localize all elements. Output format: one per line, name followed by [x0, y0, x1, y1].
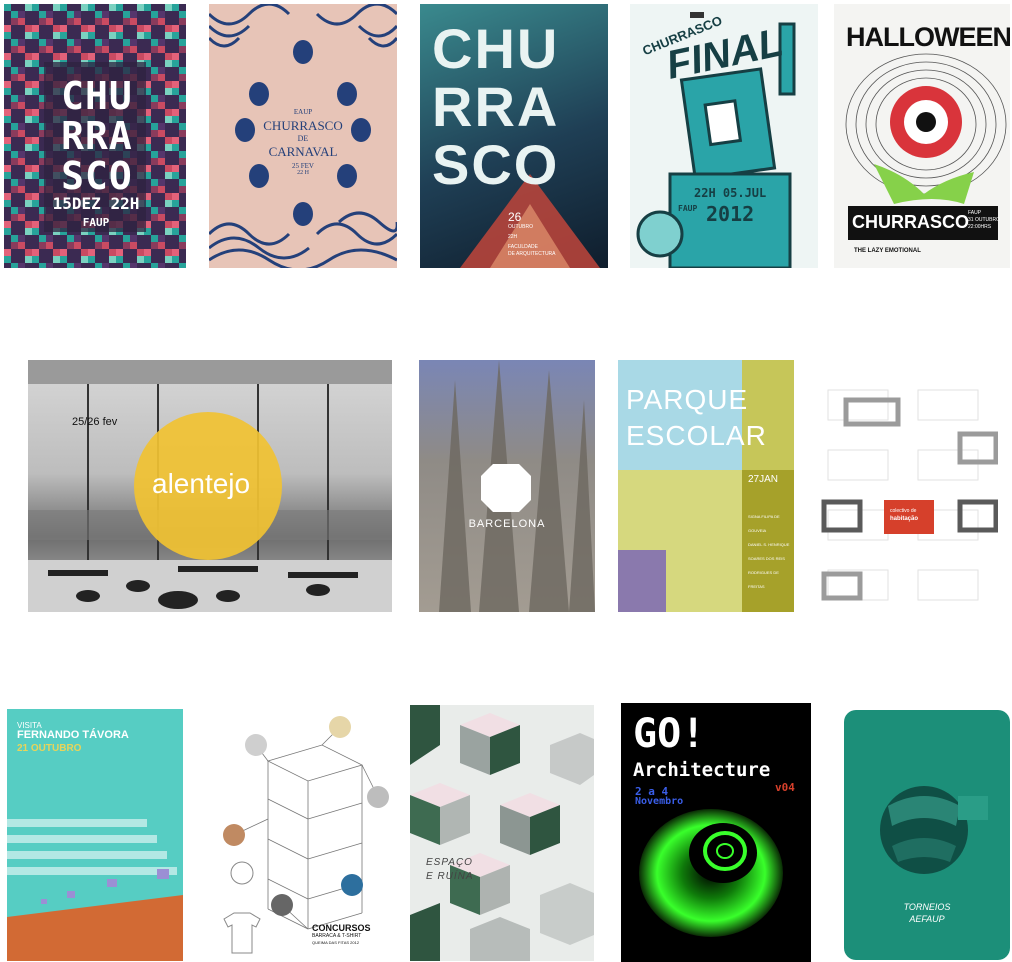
cathedral-photo [439, 360, 595, 612]
poster-venue: FAUP [678, 204, 698, 213]
poster-churrasco-typographic[interactable]: CHU RRA SCO 26 OUTUBRO 22H FACULDADE DE … [420, 4, 608, 268]
poster-churrasco-final[interactable]: CHURRASCO FINAL 22H 05.JUL 2012 FAUP [630, 4, 818, 268]
poster-barcelona[interactable]: BARCELONA [419, 360, 595, 612]
poster-caption-2: DE ARQUITECTURA [508, 251, 556, 257]
poster-word: alentejo [152, 468, 251, 499]
poster-label-1: colectivo de [890, 508, 917, 514]
poster-caption-1: FACULDADE [508, 244, 539, 250]
poster-day: 26 [508, 210, 522, 224]
poster-halloween[interactable]: HALLOWEEN CHURRASCO FAUP 31 OUTUBRO 22:0… [834, 4, 1010, 268]
poster-fernando-tavora[interactable]: VISITA FERNANDO TÁVORA 21 OUTUBRO [7, 709, 183, 961]
poster-churrasco-carnaval[interactable]: EAUP CHURRASCO DE CARNAVAL 25 FEV 22 H [209, 4, 397, 268]
poster-title-line-1: CHU [61, 74, 133, 118]
poster-title-line-1: CHURRASCO [263, 118, 343, 133]
names-list-item: SIGNA FILIPA DE GOUVEIA [748, 514, 780, 533]
poster-concursos[interactable]: CONCURSOS BARRACA & T-SHIRT QUEIMA DAS F… [212, 709, 394, 961]
poster-edition: v04 [775, 781, 795, 794]
poster-date: 25 FEV [292, 162, 314, 170]
poster-city: BARCELONA [468, 518, 546, 530]
poster-title-line-1: CHU [432, 17, 560, 80]
poster-title-line-1: ESPAÇO [426, 857, 473, 868]
names-list-item: DANIEL S. HENRIQUE [748, 542, 790, 547]
poster-info-3: 22:00HRS [968, 224, 992, 230]
poster-title-1: GO! [633, 711, 706, 757]
poster-date: 15DEZ 22H [52, 194, 140, 213]
names-list-item: SOARES DOS REIS [748, 556, 785, 561]
poster-title-2: Architecture [633, 759, 771, 781]
poster-espaco-e-ruina[interactable]: ESPAÇO E RUÍNA [410, 705, 594, 961]
poster-title-line-2: RRA [61, 114, 133, 158]
poster-top-text: EAUP [293, 108, 313, 116]
poster-parque-escolar[interactable]: PARQUE ESCOLAR 27JAN SIGNA FILIPA DE GOU… [618, 360, 794, 612]
poster-info-1: FAUP [968, 210, 982, 216]
poster-month: Novembro [635, 796, 684, 807]
poster-label-2: habitação [890, 516, 919, 522]
grid-pattern [821, 389, 998, 601]
poster-colectivo-habitacao[interactable]: colectivo de habitação [818, 360, 998, 618]
poster-title: TORNEIOS [903, 902, 951, 912]
poster-month: OUTUBRO [508, 224, 533, 230]
poster-subtitle: BARRACA & T-SHIRT [312, 933, 362, 939]
poster-torneios-aefaup[interactable]: TORNEIOS AEFAUP [838, 706, 1012, 962]
poster-title-line-3: CARNAVAL [268, 144, 338, 159]
poster-year: QUEIMA DAS FITAS 2012 [312, 940, 360, 945]
poster-title-line-3: SCO [61, 154, 133, 198]
poster-name: FERNANDO TÁVORA [17, 729, 129, 741]
poster-title-line-2: E RUÍNA [426, 871, 474, 882]
poster-alentejo[interactable]: 25/26 fev alentejo [28, 360, 392, 612]
names-list-item: RODRIGUES DE FREITAS [748, 570, 779, 589]
poster-go-architecture[interactable]: GO! Architecture v04 2 a 4 Novembro [621, 703, 811, 962]
poster-title-line-2: RRA [432, 75, 560, 138]
poster-word: CHURRASCO [852, 212, 969, 232]
poster-subtitle: AEFAUP [909, 914, 945, 924]
poster-date: 22H 05.JUL [694, 186, 767, 200]
poster-title: HALLOWEEN [846, 22, 1010, 52]
poster-caption: THE LAZY EMOTIONAL [854, 248, 921, 254]
poster-info-2: 31 OUTUBRO [968, 217, 1000, 223]
poster-title-line-3: SCO [432, 133, 560, 196]
poster-title-line-1: PARQUE [626, 384, 749, 415]
poster-title-line-2: DE [297, 134, 309, 143]
poster-hour: 22H [508, 234, 518, 240]
block-yellow [742, 360, 794, 470]
poster-venue: FAUP [82, 216, 110, 229]
poster-year: 2012 [706, 202, 755, 226]
poster-title: CONCURSOS [312, 923, 371, 933]
cubes-pattern [410, 705, 594, 961]
block-lavender [618, 550, 666, 612]
poster-time: 22 H [297, 170, 309, 176]
poster-churrasco-pixel[interactable]: CHU RRA SCO 15DEZ 22H FAUP [4, 4, 186, 268]
poster-date: 21 OUTUBRO [17, 743, 82, 754]
poster-title-line-2: ESCOLAR [626, 420, 767, 451]
names-list: SIGNA FILIPA DE GOUVEIA DANIEL S. HENRIQ… [748, 510, 794, 594]
poster-date: 27JAN [748, 474, 779, 485]
poster-date: 25/26 fev [72, 416, 118, 428]
